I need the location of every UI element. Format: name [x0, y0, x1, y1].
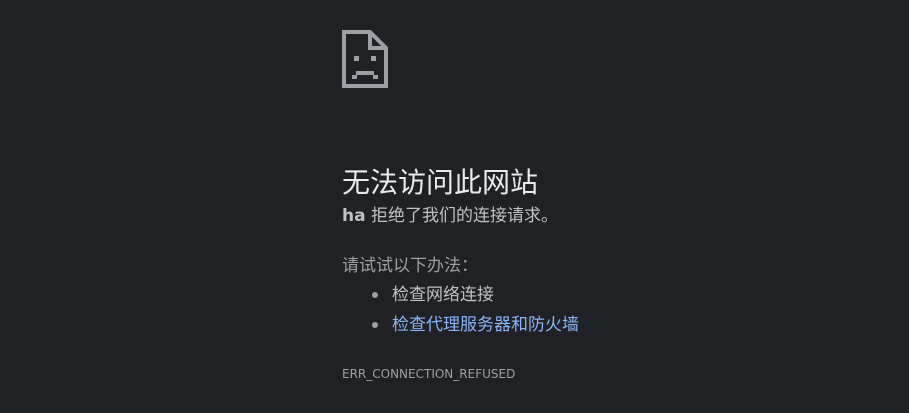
- page-title: 无法访问此网站: [342, 165, 539, 199]
- bullet-icon: [372, 292, 378, 298]
- bullet-icon: [372, 322, 378, 328]
- sad-document-icon: [342, 30, 388, 88]
- suggestion-item-check-network: 检查网络连接: [342, 283, 579, 313]
- host-name: ha: [342, 206, 366, 226]
- suggestion-text: 检查网络连接: [392, 285, 494, 305]
- main-message: ha 拒绝了我们的连接请求。: [342, 204, 558, 228]
- try-label: 请试试以下办法：: [342, 256, 478, 276]
- message-suffix: 拒绝了我们的连接请求。: [365, 206, 558, 226]
- check-proxy-firewall-link[interactable]: 检查代理服务器和防火墙: [392, 315, 579, 335]
- error-code: ERR_CONNECTION_REFUSED: [342, 367, 516, 381]
- suggestions-list: 检查网络连接 检查代理服务器和防火墙: [342, 283, 579, 343]
- suggestion-item-check-proxy: 检查代理服务器和防火墙: [342, 313, 579, 343]
